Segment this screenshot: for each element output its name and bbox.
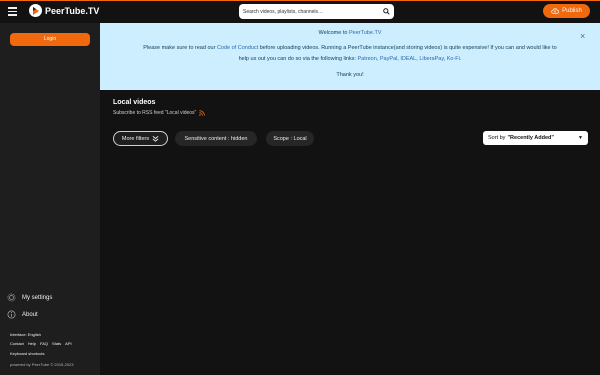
- footer-links: Contact Help FAQ Stats API: [10, 341, 72, 346]
- sort-select[interactable]: Sort by "Recently Added" ▼: [483, 131, 588, 145]
- hamburger-menu-icon[interactable]: [8, 7, 18, 16]
- banner-welcome: Welcome to PeerTube.TV: [318, 30, 382, 36]
- more-filters-button[interactable]: More filters: [113, 131, 168, 146]
- rss-subscribe-link[interactable]: Subscribe to RSS feed "Local videos": [113, 110, 206, 116]
- sidebar: Login My settings About Interface: Engli…: [0, 23, 100, 375]
- patreon-link[interactable]: Patreon: [358, 56, 377, 62]
- keyboard-shortcuts-link[interactable]: Keyboard shortcuts: [10, 351, 44, 356]
- sidebar-item-my-settings[interactable]: My settings: [7, 293, 52, 302]
- brand-name: PeerTube.TV: [45, 5, 100, 16]
- interface-language[interactable]: Interface: English: [10, 332, 41, 337]
- sidebar-item-about[interactable]: About: [7, 310, 38, 319]
- powered-by[interactable]: powered by PeerTube © 2015-2023: [10, 362, 74, 367]
- rss-label: Subscribe to RSS feed "Local videos": [113, 110, 197, 116]
- sort-prefix: Sort by: [488, 135, 506, 141]
- ideal-link[interactable]: IDEAL: [400, 56, 416, 62]
- sidebar-item-label: About: [22, 311, 38, 318]
- banner-line-1: Please make sure to read our Code of Con…: [143, 45, 557, 51]
- instance-banner: Welcome to PeerTube.TV Please make sure …: [100, 23, 600, 90]
- search-input[interactable]: [243, 4, 383, 19]
- search-icon[interactable]: [383, 8, 390, 15]
- sensitive-content-filter[interactable]: Sensitive content : hidden: [175, 131, 257, 146]
- more-filters-label: More filters: [121, 135, 150, 142]
- banner-thanks: Thank you!: [336, 72, 364, 78]
- footer-link-faq[interactable]: FAQ: [40, 341, 48, 346]
- login-button[interactable]: Login: [10, 33, 90, 46]
- footer-link-help[interactable]: Help: [28, 341, 36, 346]
- instance-link[interactable]: PeerTube.TV: [349, 30, 382, 36]
- accent-line: [0, 0, 600, 1]
- brand-logo[interactable]: PeerTube.TV: [29, 4, 99, 17]
- code-of-conduct-link[interactable]: Code of Conduct: [217, 45, 258, 51]
- footer-link-api[interactable]: API: [65, 341, 71, 346]
- page-title: Local videos: [113, 99, 156, 106]
- banner-line-2: help us out you can do so via the follow…: [238, 56, 462, 62]
- double-chevron-down-icon: [152, 135, 159, 142]
- rss-icon: [199, 110, 206, 116]
- peertube-logo-icon: [29, 4, 42, 17]
- paypal-link[interactable]: PayPal: [380, 56, 397, 62]
- caret-down-icon: ▼: [578, 135, 583, 141]
- info-icon: [7, 310, 16, 319]
- banner-close-icon[interactable]: ×: [580, 32, 585, 41]
- footer-link-stats[interactable]: Stats: [52, 341, 61, 346]
- publish-label: Publish: [562, 8, 582, 14]
- footer-link-contact[interactable]: Contact: [10, 341, 24, 346]
- publish-button[interactable]: Publish: [543, 4, 590, 18]
- upload-cloud-icon: [551, 8, 560, 14]
- sidebar-item-label: My settings: [22, 294, 53, 301]
- top-bar: PeerTube.TV Publish: [0, 0, 600, 23]
- kofi-link[interactable]: Ko-Fi: [447, 56, 460, 62]
- liberapay-link[interactable]: LiberaPay: [419, 56, 443, 62]
- sort-value: "Recently Added": [507, 135, 555, 141]
- scope-filter[interactable]: Scope : Local: [266, 131, 314, 146]
- gear-icon: [7, 293, 16, 302]
- search-box[interactable]: [239, 4, 394, 19]
